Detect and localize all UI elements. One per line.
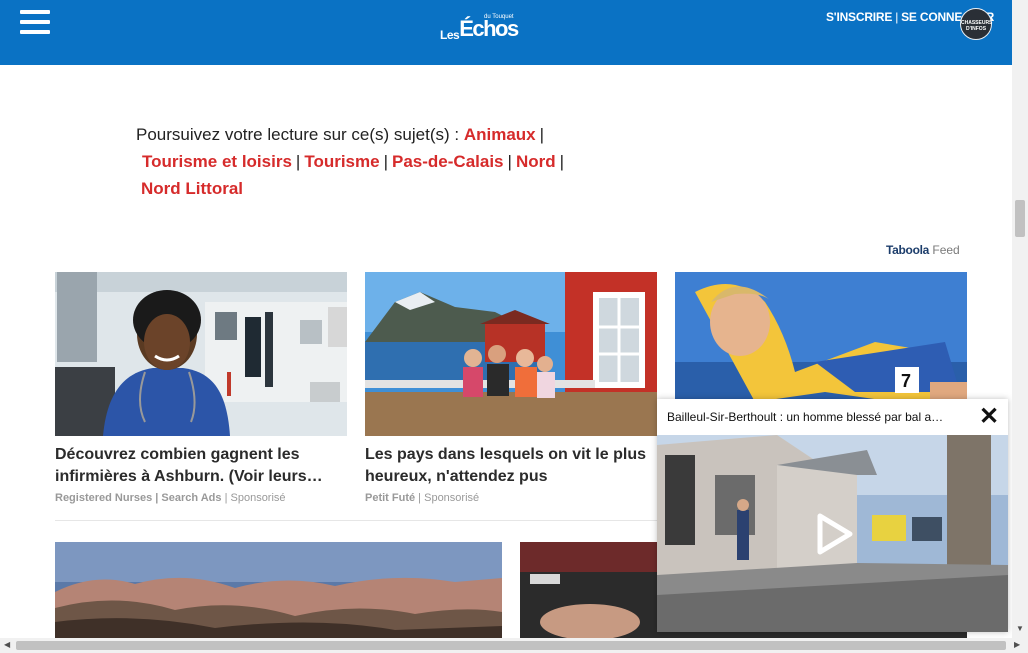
topic-separator: | <box>559 152 565 171</box>
chasseurs-infos-badge[interactable]: CHASSEURS D'INFOS <box>960 8 992 40</box>
scroll-left-icon[interactable]: ◀ <box>4 640 10 649</box>
card-source: Registered Nurses | Search Ads <box>55 492 222 504</box>
topic-separator: | <box>295 152 301 171</box>
logo-les: Les <box>440 28 460 42</box>
auth-separator: | <box>895 10 899 24</box>
video-player-popup[interactable]: Bailleul-Sir-Berthoult : un homme blessé… <box>657 399 1008 632</box>
topic-separator: | <box>383 152 389 171</box>
topic-link[interactable]: Nord <box>516 152 556 171</box>
topic-link[interactable]: Tourisme et loisirs <box>142 152 292 171</box>
card-image-desert[interactable] <box>55 542 502 638</box>
topic-link[interactable]: Tourisme <box>304 152 379 171</box>
topic-separator: | <box>539 125 545 144</box>
card-sponsored: Sponsorisé <box>230 492 286 504</box>
card-meta: Petit Futé | Sponsorisé <box>365 492 480 504</box>
svg-text:7: 7 <box>901 371 911 391</box>
topic-link[interactable]: Pas-de-Calais <box>392 152 504 171</box>
sponsored-card[interactable] <box>55 542 502 638</box>
sponsored-card[interactable]: Découvrez combien gagnent les infirmière… <box>55 272 347 504</box>
site-logo[interactable]: LesÉchos du Touquet <box>440 14 519 42</box>
card-image-lake-cabin[interactable] <box>365 272 657 436</box>
topic-separator: | <box>507 152 512 171</box>
vertical-scroll-thumb[interactable] <box>1015 200 1025 237</box>
sponsored-card[interactable]: Les pays dans lesquels on vit le plus he… <box>365 272 657 504</box>
card-source: Petit Futé <box>365 492 416 504</box>
video-title[interactable]: Bailleul-Sir-Berthoult : un homme blessé… <box>667 410 967 424</box>
play-icon[interactable] <box>812 512 856 556</box>
taboola-brand: Taboola <box>886 243 930 257</box>
topic-link[interactable]: Animaux <box>464 125 536 144</box>
video-frame[interactable] <box>657 435 1008 632</box>
menu-icon[interactable] <box>20 10 50 34</box>
signup-link[interactable]: S'INSCRIRE <box>826 10 892 24</box>
card-title[interactable]: Les pays dans lesquels on vit le plus he… <box>365 444 657 488</box>
taboola-feed-text: Feed <box>932 243 960 257</box>
logo-du-touquet: du Touquet <box>484 14 514 20</box>
card-image-nurse[interactable] <box>55 272 347 436</box>
topics-intro: Poursuivez votre lecture sur ce(s) sujet… <box>136 125 460 144</box>
card-sponsored: Sponsorisé <box>424 492 480 504</box>
video-title-bar: Bailleul-Sir-Berthoult : un homme blessé… <box>657 399 1008 435</box>
card-title[interactable]: Découvrez combien gagnent les infirmière… <box>55 444 347 488</box>
scroll-right-icon[interactable]: ▶ <box>1014 640 1020 649</box>
horizontal-scrollbar[interactable]: ◀ ▶ <box>0 638 1028 653</box>
topics-section: Poursuivez votre lecture sur ce(s) sujet… <box>136 121 636 202</box>
vertical-scrollbar[interactable]: ▼ <box>1012 0 1028 638</box>
page: LesÉchos du Touquet S'INSCRIRE | SE CONNEC… <box>0 0 1028 653</box>
topic-link[interactable]: Nord Littoral <box>141 179 243 198</box>
taboola-feed-label[interactable]: Taboola Feed <box>886 243 960 257</box>
card-meta: Registered Nurses | Search Ads | Sponsor… <box>55 492 286 504</box>
scroll-down-icon[interactable]: ▼ <box>1016 624 1024 633</box>
close-icon[interactable]: ✕ <box>977 405 1001 429</box>
site-header: LesÉchos du Touquet S'INSCRIRE | SE CONNEC… <box>0 0 1012 65</box>
horizontal-scroll-thumb[interactable] <box>16 641 1006 650</box>
